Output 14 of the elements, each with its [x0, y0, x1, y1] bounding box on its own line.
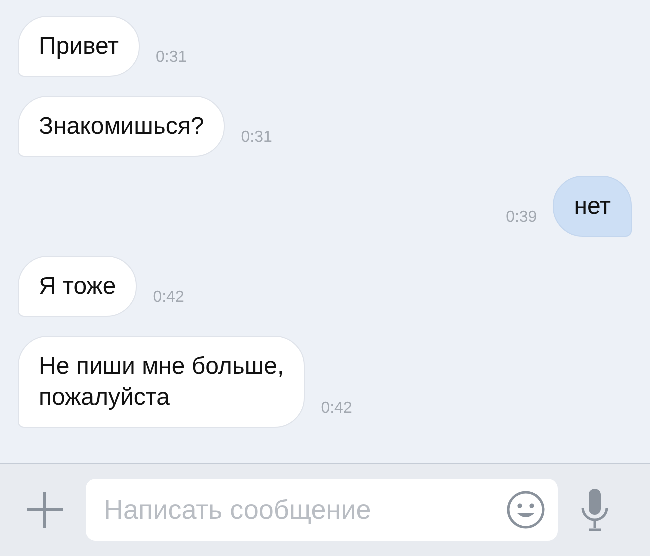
smiley-icon[interactable] [506, 490, 546, 530]
message-time: 0:42 [321, 400, 352, 419]
plus-icon[interactable] [26, 491, 64, 529]
message-time: 0:31 [241, 129, 272, 148]
message-bubble: Знакомишься? [18, 96, 226, 157]
message-bubble: Привет [18, 16, 140, 77]
message-time: 0:42 [153, 289, 184, 308]
microphone-icon[interactable] [580, 488, 610, 532]
message-time: 0:39 [506, 209, 538, 228]
message-bubble: нет [553, 176, 632, 237]
message-time: 0:31 [156, 49, 188, 68]
message-bubble: Я тоже [18, 256, 138, 317]
message-field[interactable]: Написать сообщение [86, 479, 558, 541]
message-bubble: Не пиши мне больше, пожалуйста [18, 336, 306, 428]
